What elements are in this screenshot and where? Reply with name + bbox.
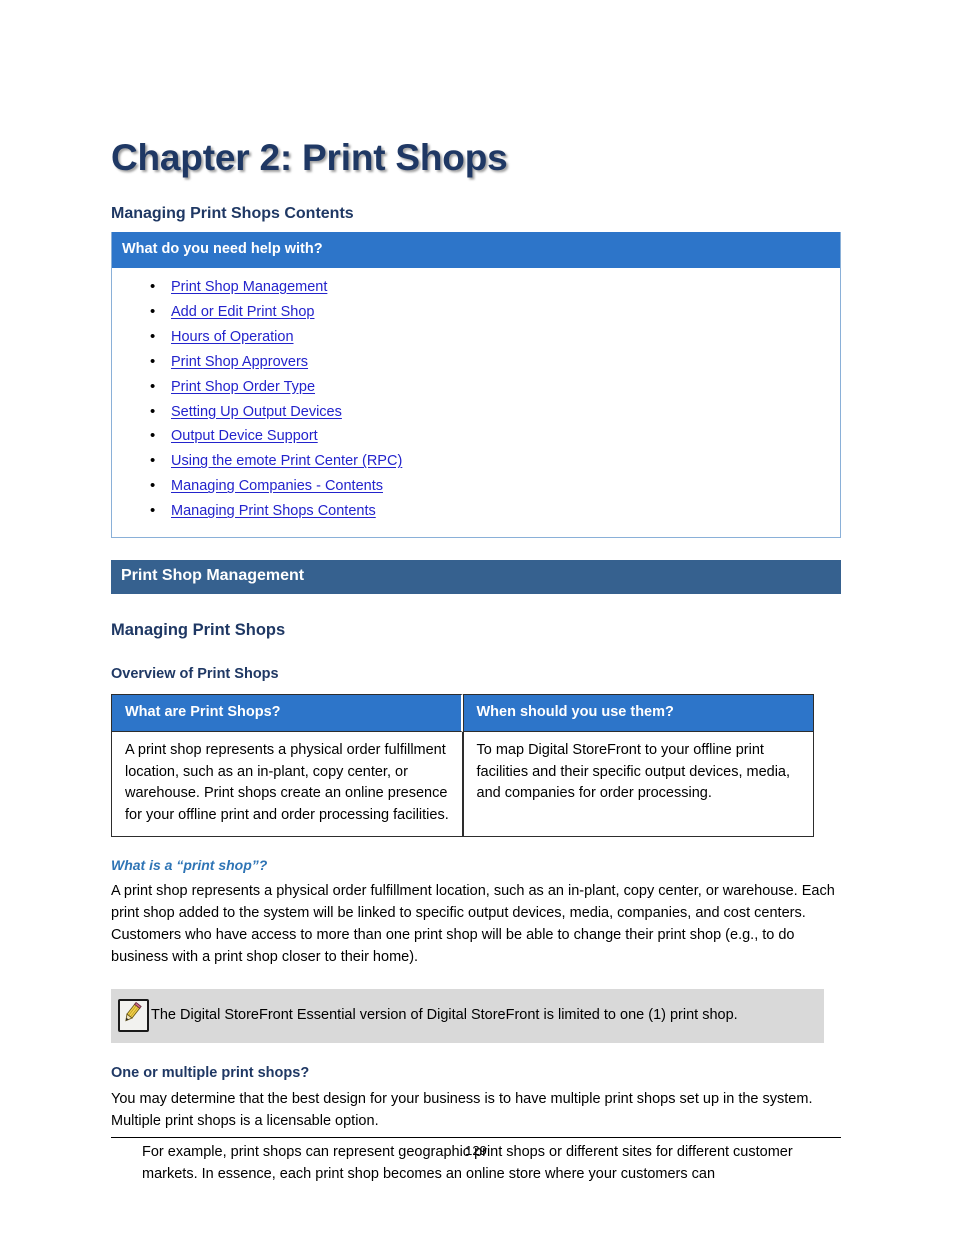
footer-divider: [111, 1137, 841, 1138]
list-item: Managing Print Shops Contents: [112, 500, 840, 523]
note-callout: The Digital StoreFront Essential version…: [111, 988, 824, 1043]
table-header-cell: What are Print Shops?: [111, 693, 463, 733]
document-page: Chapter 2: Print Shops Managing Print Sh…: [111, 0, 841, 1185]
help-links-list: Print Shop Management Add or Edit Print …: [112, 268, 840, 537]
what-is-print-shop-paragraph: A print shop represents a physical order…: [111, 882, 835, 965]
list-item: Hours of Operation: [112, 326, 840, 349]
contents-link[interactable]: Managing Companies - Contents: [171, 478, 383, 494]
contents-link[interactable]: Output Device Support: [171, 428, 318, 444]
list-item: Using the emote Print Center (RPC): [112, 450, 840, 473]
table-header-row: What are Print Shops? When should you us…: [111, 693, 814, 733]
table-cell: To map Digital StoreFront to your offlin…: [462, 732, 814, 837]
page-title: Chapter 2: Print Shops: [111, 137, 508, 178]
contents-heading: Managing Print Shops Contents: [111, 204, 354, 222]
contents-link[interactable]: Print Shop Order Type: [171, 379, 315, 395]
list-item: Add or Edit Print Shop: [112, 301, 840, 324]
help-contents-box: What do you need help with? Print Shop M…: [111, 232, 841, 539]
overview-heading: Overview of Print Shops: [111, 666, 279, 683]
list-item: Managing Companies - Contents: [112, 475, 840, 498]
list-item: Output Device Support: [112, 425, 840, 448]
contents-link[interactable]: Hours of Operation: [171, 329, 294, 345]
one-or-multiple-paragraph: You may determine that the best design f…: [111, 1091, 813, 1130]
what-is-print-shop-heading: What is a “print shop”?: [111, 856, 268, 873]
contents-link[interactable]: Setting Up Output Devices: [171, 404, 342, 420]
contents-link[interactable]: Using the emote Print Center (RPC): [171, 453, 402, 469]
table-row: A print shop represents a physical order…: [111, 732, 814, 837]
note-text: The Digital StoreFront Essential version…: [151, 1007, 738, 1024]
table-header-cell: When should you use them?: [462, 693, 814, 733]
help-box-header: What do you need help with?: [112, 232, 840, 268]
contents-link[interactable]: Print Shop Approvers: [171, 354, 308, 370]
list-item: Setting Up Output Devices: [112, 401, 840, 424]
managing-print-shops-heading: Managing Print Shops: [111, 620, 286, 639]
list-item: Print Shop Approvers: [112, 351, 840, 374]
list-item: Print Shop Order Type: [112, 376, 840, 399]
page-number: 129: [465, 1143, 487, 1158]
contents-link[interactable]: Print Shop Management: [171, 279, 327, 295]
pencil-icon: [118, 998, 149, 1032]
one-or-multiple-heading: One or multiple print shops?: [111, 1064, 310, 1081]
contents-link[interactable]: Add or Edit Print Shop: [171, 304, 314, 320]
contents-link[interactable]: Managing Print Shops Contents: [171, 503, 376, 519]
section-band-print-shop-management: Print Shop Management: [111, 560, 841, 594]
overview-table: What are Print Shops? When should you us…: [111, 693, 814, 837]
list-item: Print Shop Management: [112, 276, 840, 299]
table-cell: A print shop represents a physical order…: [111, 732, 463, 837]
